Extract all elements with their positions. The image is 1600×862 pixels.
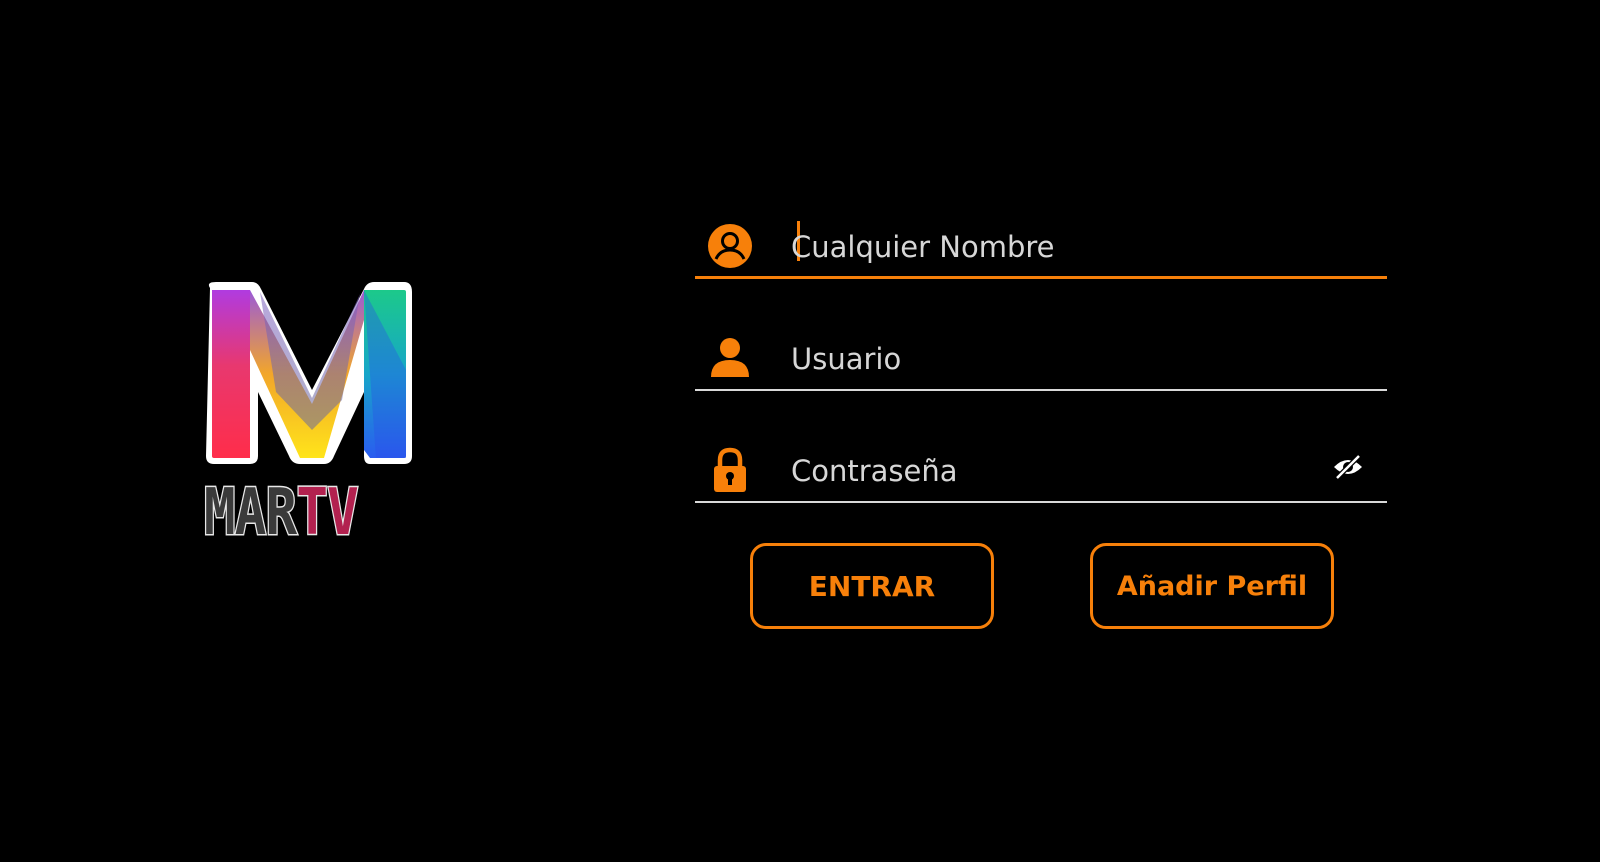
lock-icon [707,447,753,493]
logo-m-mark [206,282,412,464]
eye-slash-icon[interactable] [1331,453,1365,481]
martv-logo: MARTV [200,280,430,550]
password-field-row [695,439,1387,503]
logo-wordmark: MARTV [203,476,360,550]
profile-circle-icon [707,223,753,269]
username-input[interactable] [791,337,1291,381]
enter-button[interactable]: ENTRAR [750,543,994,629]
person-icon [707,335,753,381]
login-screen: MARTV Cualquier Nombre Usuario ENTRAR Añ… [0,0,1600,862]
add-profile-button[interactable]: Añadir Perfil [1090,543,1334,629]
logo-text-tv: TV [295,476,360,550]
name-input[interactable] [791,225,1291,269]
password-input[interactable] [791,449,1291,493]
user-field-row [695,327,1387,391]
name-field-row [695,215,1387,279]
logo-text-mar: MAR [203,476,299,550]
